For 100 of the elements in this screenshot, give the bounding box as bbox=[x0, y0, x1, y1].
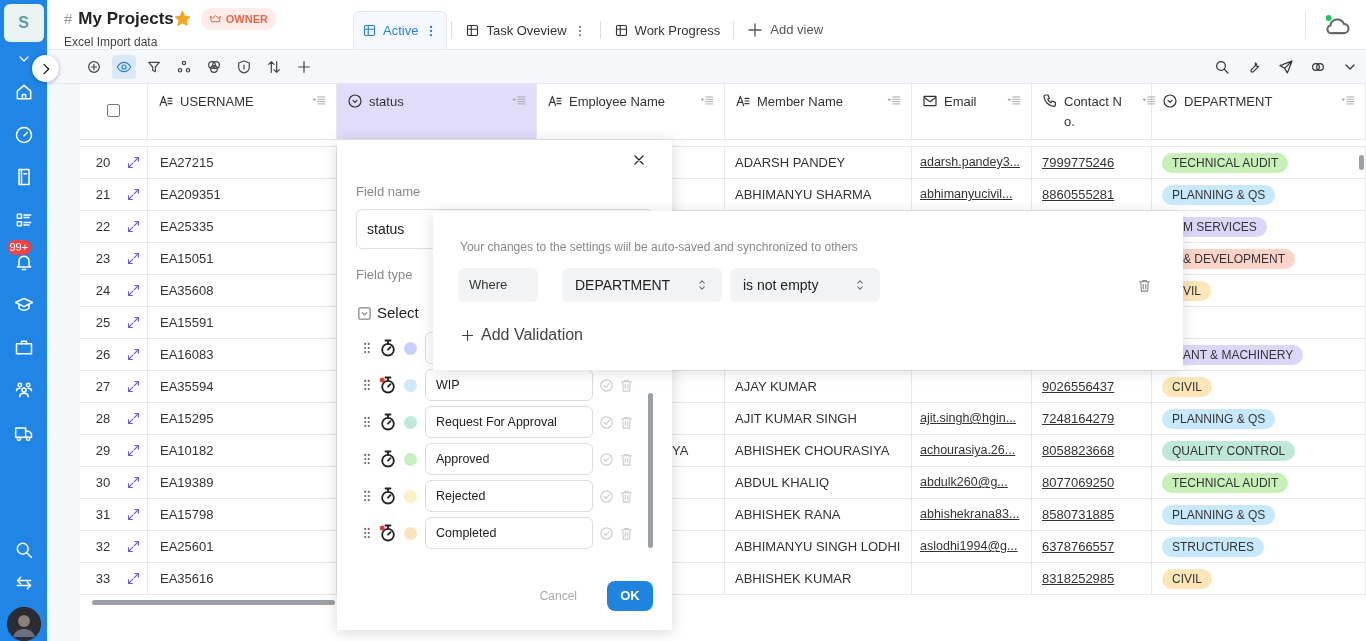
color-dot[interactable] bbox=[404, 452, 417, 466]
option-field[interactable]: Completed bbox=[425, 517, 593, 549]
phone-link[interactable]: 8077069250 bbox=[1042, 472, 1115, 493]
expand-icon[interactable] bbox=[126, 187, 141, 202]
condition-select[interactable]: is not empty bbox=[730, 268, 880, 302]
trash-icon[interactable] bbox=[1137, 278, 1152, 294]
add-view-button[interactable]: Add view bbox=[738, 11, 832, 49]
star-icon[interactable] bbox=[173, 10, 191, 28]
expand-icon[interactable] bbox=[126, 539, 141, 554]
table-cell-text: ABHISHEK KUMAR bbox=[735, 569, 852, 588]
option-field[interactable]: Rejected bbox=[425, 480, 593, 512]
stopwatch-icon[interactable] bbox=[378, 523, 398, 543]
department-tag: CIVIL bbox=[1162, 376, 1212, 397]
phone-link[interactable]: 7999775246 bbox=[1042, 152, 1115, 173]
row-number: 23 bbox=[94, 249, 112, 268]
check-circle-icon[interactable] bbox=[599, 415, 614, 431]
column-header[interactable]: DEPARTMENT bbox=[1152, 84, 1366, 139]
table-cell-text: EA25601 bbox=[160, 537, 214, 556]
table-cell-text: EA209351 bbox=[160, 185, 221, 204]
check-circle-icon[interactable] bbox=[599, 452, 614, 468]
table-cell-text: EA15051 bbox=[160, 249, 214, 268]
field-type[interactable]: Select bbox=[377, 301, 419, 325]
plus-icon bbox=[746, 21, 765, 39]
expand-icon[interactable] bbox=[126, 315, 141, 330]
expand-icon[interactable] bbox=[126, 347, 141, 362]
people-icon[interactable] bbox=[13, 380, 34, 400]
check-circle-icon[interactable] bbox=[599, 489, 614, 505]
row-number: 22 bbox=[94, 217, 112, 236]
view-tab[interactable]: Active bbox=[353, 11, 448, 49]
phone-link[interactable]: 8580731885 bbox=[1042, 504, 1115, 525]
expand-icon[interactable] bbox=[126, 379, 141, 394]
sort-menu-icon[interactable] bbox=[1341, 94, 1355, 108]
expand-icon[interactable] bbox=[126, 219, 141, 234]
dropdown-field-icon bbox=[347, 93, 363, 109]
stopwatch-icon[interactable] bbox=[378, 412, 398, 432]
scrollbar[interactable] bbox=[92, 600, 335, 605]
nodes-icon bbox=[176, 58, 192, 75]
color-dot[interactable] bbox=[404, 378, 417, 392]
sort-menu-icon[interactable] bbox=[700, 94, 714, 108]
expand-icon[interactable] bbox=[126, 251, 141, 266]
add-validation-button[interactable]: Add Validation bbox=[460, 323, 583, 347]
table-cell-text: ABHIMANYU SHARMA bbox=[735, 185, 872, 204]
color-dot[interactable] bbox=[404, 415, 417, 429]
scrollbar[interactable] bbox=[1359, 155, 1364, 170]
sort-menu-icon[interactable] bbox=[312, 94, 326, 108]
color-dot[interactable] bbox=[404, 526, 417, 540]
sort-menu-icon[interactable] bbox=[1007, 94, 1021, 108]
color-dot[interactable] bbox=[404, 341, 417, 355]
ok-button[interactable]: OK bbox=[607, 581, 653, 611]
select-all-checkbox[interactable] bbox=[107, 104, 120, 117]
column-header[interactable]: Email bbox=[912, 84, 1032, 139]
phone-link[interactable]: 8058823668 bbox=[1042, 440, 1115, 461]
column-header[interactable]: Member Name bbox=[725, 84, 912, 139]
sort-menu-icon[interactable] bbox=[1142, 94, 1156, 108]
stopwatch-icon[interactable] bbox=[378, 486, 398, 506]
option-field[interactable]: WIP bbox=[425, 369, 593, 401]
view-tab[interactable]: Work Progress bbox=[604, 11, 730, 49]
email-link[interactable]: abhimanyucivil... bbox=[920, 185, 1013, 204]
sort-menu-icon[interactable] bbox=[887, 94, 901, 108]
expand-icon[interactable] bbox=[126, 507, 141, 522]
option-field[interactable]: Approved bbox=[425, 443, 593, 475]
expand-icon[interactable] bbox=[126, 443, 141, 458]
email-link[interactable]: ajit.singh@hgin... bbox=[920, 409, 1017, 428]
add-circle-icon bbox=[86, 58, 102, 75]
expand-icon[interactable] bbox=[126, 475, 141, 490]
column-header[interactable]: Contact No. bbox=[1032, 84, 1152, 139]
expand-icon[interactable] bbox=[126, 571, 141, 586]
notification-count: 99+ bbox=[6, 239, 32, 255]
phone-link[interactable]: 7248164279 bbox=[1042, 408, 1115, 429]
text-field-icon bbox=[158, 93, 174, 109]
expand-icon[interactable] bbox=[126, 283, 141, 298]
phone-link[interactable]: 8860555281 bbox=[1042, 184, 1115, 205]
stopwatch-icon[interactable] bbox=[378, 338, 398, 358]
avatar[interactable] bbox=[6, 607, 41, 641]
hash-mark: # bbox=[64, 8, 73, 29]
row-number: 25 bbox=[94, 313, 112, 332]
phone-link[interactable]: 9026556437 bbox=[1042, 376, 1115, 397]
email-link[interactable]: achourasiya.26... bbox=[920, 441, 1016, 460]
table-icon bbox=[613, 23, 629, 38]
gauge-icon[interactable] bbox=[13, 124, 34, 145]
phone-link[interactable]: 8318252985 bbox=[1042, 568, 1115, 589]
check-circle-icon[interactable] bbox=[599, 526, 614, 542]
table-cell-text: AJIT KUMAR SINGH bbox=[735, 409, 857, 428]
expand-icon[interactable] bbox=[126, 411, 141, 426]
column-header[interactable]: status bbox=[337, 84, 537, 139]
email-link[interactable]: abhishekrana83... bbox=[920, 505, 1020, 524]
expand-icon[interactable] bbox=[126, 155, 141, 170]
email-link[interactable]: adarsh.pandey3... bbox=[920, 153, 1021, 172]
color-dot[interactable] bbox=[404, 489, 417, 503]
stopwatch-icon[interactable] bbox=[378, 375, 398, 395]
check-circle-icon[interactable] bbox=[599, 378, 614, 394]
scrollbar[interactable] bbox=[648, 393, 653, 548]
field-select[interactable]: DEPARTMENT bbox=[562, 268, 722, 302]
stopwatch-icon[interactable] bbox=[378, 449, 398, 469]
phone-link[interactable]: 6378766557 bbox=[1042, 536, 1115, 557]
email-link[interactable]: aslodhi1994@g... bbox=[920, 537, 1018, 556]
email-link[interactable]: abdulk260@g... bbox=[920, 473, 1008, 492]
option-field[interactable]: Request For Approval bbox=[425, 406, 593, 438]
column-header[interactable]: Employee Name bbox=[537, 84, 725, 139]
view-tab[interactable]: Task Oveview bbox=[456, 11, 596, 49]
